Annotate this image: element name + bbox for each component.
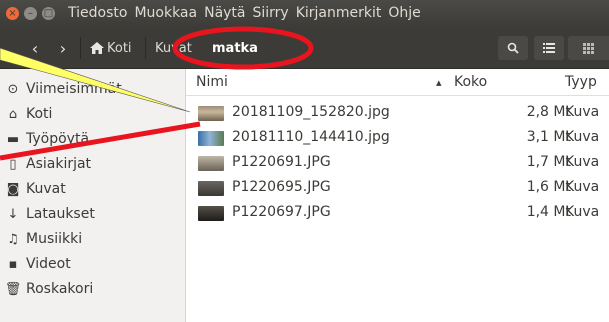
- table-row[interactable]: P1220697.JPG 1,4 Mt Kuva: [186, 201, 609, 225]
- file-name: 20181110_144410.jpg: [232, 129, 390, 145]
- breadcrumb-home[interactable]: Koti: [90, 36, 132, 60]
- back-button[interactable]: ‹: [22, 36, 48, 60]
- chevron-right-icon: ›: [59, 38, 67, 58]
- close-icon[interactable]: ×: [6, 7, 19, 20]
- download-icon: ↓: [7, 206, 19, 222]
- file-name: 20181109_152820.jpg: [232, 104, 390, 120]
- file-type: Kuva: [565, 129, 600, 145]
- table-row[interactable]: 20181109_152820.jpg 2,8 Mt Kuva: [186, 101, 609, 125]
- file-type: Kuva: [565, 154, 600, 170]
- sidebar-item-label: Videot: [26, 256, 71, 272]
- image-thumbnail-icon: [198, 131, 224, 146]
- file-name: P1220691.JPG: [232, 154, 331, 170]
- chevron-left-icon: ‹: [31, 38, 39, 58]
- music-icon: ♫: [7, 231, 19, 247]
- menu: Tiedosto Muokkaa Näytä Siirry Kirjanmerk…: [68, 5, 428, 21]
- menu-bookmarks[interactable]: Kirjanmerkit: [296, 5, 382, 21]
- file-name: P1220697.JPG: [232, 204, 331, 220]
- column-type[interactable]: Tyyp: [565, 74, 597, 90]
- image-thumbnail-icon: [198, 156, 224, 171]
- sidebar-item-label: Kuvat: [26, 181, 66, 197]
- search-button[interactable]: [498, 36, 528, 60]
- sidebar-item-label: Lataukset: [26, 206, 95, 222]
- sidebar: ⊙ Viimeisimmät ⌂ Koti ▬ Työpöytä ▯ Asiak…: [0, 69, 186, 322]
- desktop-icon: ▬: [6, 131, 20, 147]
- sidebar-item-label: Koti: [26, 106, 53, 122]
- file-type: Kuva: [565, 179, 600, 195]
- video-icon: ▪: [8, 256, 18, 272]
- sidebar-item-label: Musiikki: [26, 231, 83, 247]
- file-name: P1220695.JPG: [232, 179, 331, 195]
- sidebar-item-home[interactable]: ⌂ Koti: [0, 102, 185, 126]
- document-icon: ▯: [9, 156, 17, 172]
- sidebar-item-desktop[interactable]: ▬ Työpöytä: [0, 127, 185, 151]
- sidebar-item-label: Asiakirjat: [26, 156, 92, 172]
- minimize-icon[interactable]: –: [24, 7, 37, 20]
- menu-go[interactable]: Siirry: [253, 5, 289, 21]
- grid-view-icon: [583, 42, 594, 54]
- sidebar-item-videos[interactable]: ▪ Videot: [0, 252, 185, 276]
- file-list: Nimi ▴ Koko Tyyp 20181109_152820.jpg 2,8…: [186, 69, 609, 322]
- divider: [145, 37, 146, 59]
- table-row[interactable]: 20181110_144410.jpg 3,1 Mt Kuva: [186, 126, 609, 150]
- sidebar-item-music[interactable]: ♫ Musiikki: [0, 227, 185, 251]
- list-view-button[interactable]: [534, 36, 564, 60]
- image-thumbnail-icon: [198, 181, 224, 196]
- sidebar-item-recent[interactable]: ⊙ Viimeisimmät: [0, 77, 185, 101]
- sidebar-item-downloads[interactable]: ↓ Lataukset: [0, 202, 185, 226]
- trash-icon: 🗑: [4, 281, 22, 297]
- sidebar-item-label: Työpöytä: [26, 131, 90, 147]
- divider: [80, 37, 81, 59]
- column-size[interactable]: Koko: [454, 74, 487, 90]
- breadcrumb-pictures-label: Kuvat: [155, 40, 192, 56]
- table-row[interactable]: P1220691.JPG 1,7 Mt Kuva: [186, 151, 609, 175]
- sidebar-item-trash[interactable]: 🗑 Roskakori: [0, 277, 185, 301]
- grid-view-button[interactable]: [568, 36, 609, 60]
- breadcrumb-pictures[interactable]: Kuvat: [155, 36, 192, 60]
- menu-file[interactable]: Tiedosto: [68, 5, 127, 21]
- list-view-icon: [543, 43, 555, 53]
- maximize-icon[interactable]: □: [42, 7, 55, 20]
- menu-help[interactable]: Ohje: [388, 5, 420, 21]
- toolbar: ‹ › Koti Kuvat matka: [0, 28, 609, 69]
- title-menubar: × – □ Tiedosto Muokkaa Näytä Siirry Kirj…: [0, 0, 609, 28]
- menu-edit[interactable]: Muokkaa: [134, 5, 197, 21]
- breadcrumb-current-label: matka: [212, 40, 258, 56]
- sidebar-item-label: Viimeisimmät: [26, 81, 122, 97]
- sidebar-item-pictures[interactable]: ◙ Kuvat: [0, 177, 185, 201]
- column-header: Nimi ▴ Koko Tyyp: [186, 69, 609, 96]
- sort-ascending-icon[interactable]: ▴: [436, 76, 442, 89]
- image-thumbnail-icon: [198, 106, 224, 121]
- clock-icon: ⊙: [7, 81, 19, 97]
- breadcrumb-home-label: Koti: [107, 40, 132, 56]
- image-thumbnail-icon: [198, 206, 224, 221]
- sidebar-item-label: Roskakori: [26, 281, 94, 297]
- sidebar-item-documents[interactable]: ▯ Asiakirjat: [0, 152, 185, 176]
- home-icon: [90, 42, 104, 54]
- column-name[interactable]: Nimi: [196, 74, 228, 90]
- table-row[interactable]: P1220695.JPG 1,6 Mt Kuva: [186, 176, 609, 200]
- camera-icon: ◙: [6, 181, 20, 197]
- menu-view[interactable]: Näytä: [204, 5, 245, 21]
- home-icon: ⌂: [8, 106, 18, 122]
- breadcrumb-current[interactable]: matka: [212, 36, 258, 60]
- file-type: Kuva: [565, 104, 600, 120]
- forward-button[interactable]: ›: [50, 36, 76, 60]
- file-type: Kuva: [565, 204, 600, 220]
- search-icon: [507, 42, 519, 54]
